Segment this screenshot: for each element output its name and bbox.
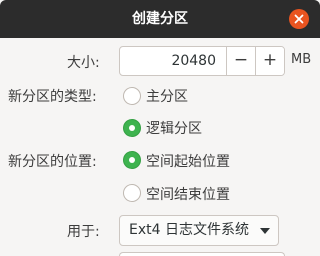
radio-logical-partition-label[interactable]: 逻辑分区 xyxy=(146,118,202,138)
filesystem-selected: Ext4 日志文件系统 xyxy=(129,222,249,238)
size-unit: MB xyxy=(291,52,312,67)
radio-space-start-label[interactable]: 空间起始位置 xyxy=(146,151,230,171)
increment-button[interactable]: + xyxy=(255,47,284,75)
radio-primary-partition[interactable] xyxy=(123,87,141,105)
next-field-partial[interactable] xyxy=(119,252,285,256)
size-spinbutton[interactable]: 20480 − + xyxy=(119,46,285,76)
radio-logical-partition[interactable] xyxy=(123,119,141,137)
dialog-title: 创建分区 xyxy=(132,11,188,27)
partition-type-label: 新分区的类型: xyxy=(8,89,97,105)
filesystem-dropdown[interactable]: Ext4 日志文件系统 xyxy=(119,215,279,246)
radio-primary-partition-label[interactable]: 主分区 xyxy=(146,86,188,106)
size-label: 大小: xyxy=(67,55,100,71)
use-as-label: 用于: xyxy=(67,224,100,240)
chevron-down-icon xyxy=(260,228,270,234)
size-input[interactable]: 20480 xyxy=(120,47,226,75)
close-button[interactable] xyxy=(289,9,309,29)
radio-space-end-label[interactable]: 空间结束位置 xyxy=(146,184,230,204)
title-bar: 创建分区 xyxy=(0,0,320,38)
close-icon xyxy=(294,14,304,24)
radio-space-start[interactable] xyxy=(123,151,141,169)
decrement-button[interactable]: − xyxy=(226,47,255,75)
radio-space-end[interactable] xyxy=(123,184,141,202)
location-label: 新分区的位置: xyxy=(8,154,97,170)
dialog-body: 大小: 20480 − + MB 新分区的类型: 主分区 逻辑分区 新分区的位置… xyxy=(0,38,320,256)
